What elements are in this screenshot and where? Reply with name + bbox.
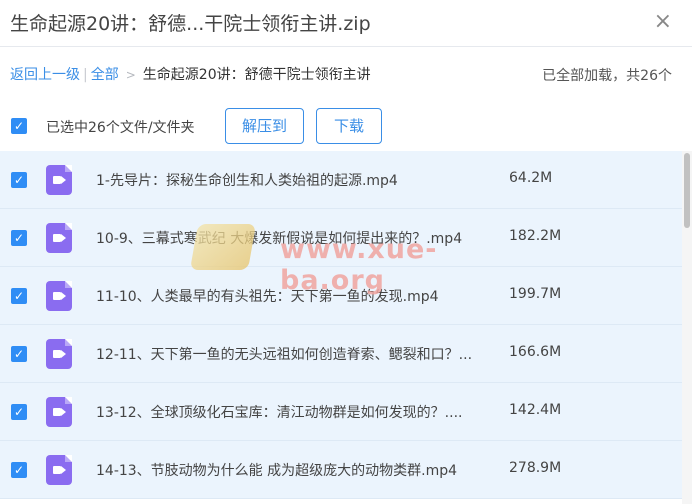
list-item[interactable]: ✓ 10-9、三幕式寒武纪 大爆发新假说是如何提出来的？.mp4 182.2M xyxy=(0,209,682,267)
file-checkbox[interactable]: ✓ xyxy=(11,172,27,188)
select-all-checkbox[interactable]: ✓ xyxy=(11,118,27,134)
selection-count: 已选中26个文件/文件夹 xyxy=(46,120,195,136)
close-icon[interactable]: × xyxy=(654,10,672,34)
file-checkbox[interactable]: ✓ xyxy=(11,462,27,478)
list-item[interactable]: ✓ 14-13、节肢动物为什么能 成为超级庞大的动物类群.mp4 278.9M xyxy=(0,441,682,499)
all-link[interactable]: 全部 xyxy=(91,67,119,83)
list-item[interactable]: ✓ 11-10、人类最早的有头祖先：天下第一鱼的发现.mp4 199.7M xyxy=(0,267,682,325)
file-name: 12-11、天下第一鱼的无头远祖如何创造脊索、鳃裂和口？... xyxy=(96,347,473,363)
file-size: 166.6M xyxy=(509,344,562,360)
video-file-icon xyxy=(46,281,72,311)
file-list: ✓ 1-先导片：探秘生命创生和人类始祖的起源.mp4 64.2M ✓ 10-9、… xyxy=(0,151,682,504)
list-item[interactable]: ✓ 13-12、全球顶级化石宝库：清江动物群是如何发现的？.... 142.4M xyxy=(0,383,682,441)
back-link[interactable]: 返回上一级 xyxy=(10,67,80,83)
video-file-icon xyxy=(46,223,72,253)
file-size: 199.7M xyxy=(509,286,562,302)
file-size: 142.4M xyxy=(509,402,562,418)
video-file-icon xyxy=(46,397,72,427)
file-name: 13-12、全球顶级化石宝库：清江动物群是如何发现的？.... xyxy=(96,405,463,421)
window-title: 生命起源20讲：舒德...干院士领衔主讲.zip xyxy=(10,13,371,35)
breadcrumb: 返回上一级 | 全部 > 生命起源20讲：舒德干院士领衔主讲 xyxy=(10,64,371,84)
title-bar: 生命起源20讲：舒德...干院士领衔主讲.zip × xyxy=(0,0,692,47)
video-file-icon xyxy=(46,455,72,485)
file-name: 14-13、节肢动物为什么能 成为超级庞大的动物类群.mp4 xyxy=(96,463,458,479)
file-checkbox[interactable]: ✓ xyxy=(11,346,27,362)
file-name: 1-先导片：探秘生命创生和人类始祖的起源.mp4 xyxy=(96,173,398,189)
file-size: 278.9M xyxy=(509,460,562,476)
file-checkbox[interactable]: ✓ xyxy=(11,288,27,304)
list-item[interactable]: ✓ 12-11、天下第一鱼的无头远祖如何创造脊索、鳃裂和口？... 166.6M xyxy=(0,325,682,383)
file-checkbox[interactable]: ✓ xyxy=(11,230,27,246)
file-size: 182.2M xyxy=(509,228,562,244)
file-size: 64.2M xyxy=(509,170,553,186)
video-file-icon xyxy=(46,339,72,369)
chevron-right-icon: > xyxy=(125,68,136,82)
file-name: 10-9、三幕式寒武纪 大爆发新假说是如何提出来的？.mp4 xyxy=(96,231,463,247)
extract-button[interactable]: 解压到 xyxy=(225,108,304,144)
video-file-icon xyxy=(46,165,72,195)
scrollbar[interactable] xyxy=(682,151,692,504)
selection-toolbar: ✓ 已选中26个文件/文件夹 解压到 下载 xyxy=(0,104,692,148)
scrollbar-thumb[interactable] xyxy=(684,153,690,228)
breadcrumb-current: 生命起源20讲：舒德干院士领衔主讲 xyxy=(142,67,371,83)
file-name: 11-10、人类最早的有头祖先：天下第一鱼的发现.mp4 xyxy=(96,289,439,305)
file-checkbox[interactable]: ✓ xyxy=(11,404,27,420)
download-button[interactable]: 下载 xyxy=(316,108,382,144)
breadcrumb-separator: | xyxy=(83,67,88,83)
list-item[interactable]: ✓ 1-先导片：探秘生命创生和人类始祖的起源.mp4 64.2M xyxy=(0,151,682,209)
load-status: 已全部加载，共26个 xyxy=(542,68,672,84)
